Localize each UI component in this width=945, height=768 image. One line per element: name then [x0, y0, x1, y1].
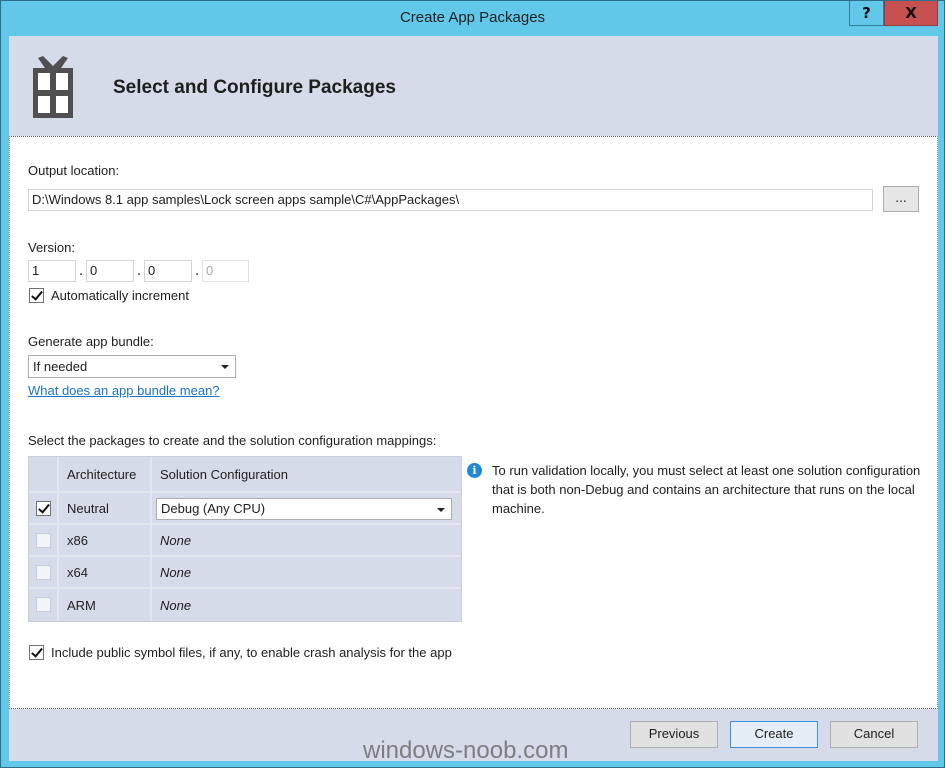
table-row-select-cell — [29, 493, 59, 525]
grid-header-configuration[interactable]: Solution Configuration — [152, 457, 461, 493]
bundle-help-link[interactable]: What does an app bundle mean? — [28, 383, 220, 398]
chevron-down-icon — [221, 365, 229, 369]
output-location-label: Output location: — [28, 163, 120, 178]
packages-label: Select the packages to create and the so… — [28, 433, 437, 448]
auto-increment-checkbox[interactable] — [29, 288, 44, 303]
table-row-architecture: x64 — [59, 557, 152, 589]
version-major-input[interactable]: 1 — [28, 260, 76, 282]
table-row-architecture: ARM — [59, 589, 152, 621]
version-minor-input[interactable]: 0 — [86, 260, 134, 282]
info-icon: i — [467, 463, 482, 478]
include-symbols-label[interactable]: Include public symbol files, if any, to … — [51, 645, 452, 660]
grid-header-select — [29, 457, 59, 493]
table-row-architecture: x86 — [59, 525, 152, 557]
wizard-header: Select and Configure Packages — [9, 36, 938, 136]
configuration-select-neutral[interactable]: Debug (Any CPU) — [156, 498, 452, 520]
table-row-configuration: None — [160, 597, 192, 613]
include-symbols-checkbox[interactable] — [29, 645, 44, 660]
version-label: Version: — [28, 240, 75, 255]
packages-grid: Architecture Solution Configuration Neut… — [28, 456, 462, 622]
dialog-window: Create App Packages ? X Select and Confi… — [0, 0, 945, 768]
bundle-select-value: If needed — [33, 359, 88, 374]
validation-info-text: To run validation locally, you must sele… — [492, 463, 921, 516]
watermark: windows-noob.com — [363, 737, 569, 764]
row-checkbox-neutral[interactable] — [36, 501, 51, 516]
version-separator: . — [137, 264, 142, 279]
version-build-input[interactable]: 0 — [144, 260, 192, 282]
version-revision-input: 0 — [202, 260, 249, 282]
close-button[interactable]: X — [884, 1, 938, 26]
wizard-content: Output location: D:\Windows 8.1 app samp… — [9, 136, 938, 709]
previous-button[interactable]: Previous — [630, 721, 718, 748]
table-row-configuration: None — [152, 525, 461, 557]
output-location-input[interactable]: D:\Windows 8.1 app samples\Lock screen a… — [28, 189, 873, 211]
table-row-configuration: None — [152, 557, 461, 589]
table-row-select-cell — [29, 557, 59, 589]
window-title: Create App Packages — [399, 9, 546, 26]
page-title: Select and Configure Packages — [113, 77, 396, 98]
chevron-down-icon — [437, 508, 445, 512]
row-checkbox-x86[interactable] — [36, 533, 51, 548]
bundle-label: Generate app bundle: — [28, 334, 154, 349]
row-checkbox-arm[interactable] — [36, 597, 51, 612]
table-row-architecture: Neutral — [59, 493, 152, 525]
table-row-configuration-cell: Debug (Any CPU) — [152, 493, 461, 525]
table-row-select-cell — [29, 589, 59, 621]
browse-button[interactable]: ... — [883, 186, 919, 212]
help-button[interactable]: ? — [849, 1, 884, 26]
version-separator: . — [79, 264, 84, 279]
version-separator: . — [195, 264, 200, 279]
configuration-select-value: Debug (Any CPU) — [161, 501, 266, 516]
bundle-select[interactable]: If needed — [28, 355, 236, 378]
title-bar[interactable]: Create App Packages ? X — [1, 1, 944, 36]
table-row-select-cell — [29, 525, 59, 557]
auto-increment-label[interactable]: Automatically increment — [51, 288, 189, 303]
package-gift-icon — [33, 56, 73, 118]
grid-header-architecture[interactable]: Architecture — [59, 457, 152, 493]
dialog-client: Select and Configure Packages Output loc… — [9, 36, 938, 761]
create-button[interactable]: Create — [730, 721, 818, 748]
cancel-button[interactable]: Cancel — [830, 721, 918, 748]
row-checkbox-x64[interactable] — [36, 565, 51, 580]
